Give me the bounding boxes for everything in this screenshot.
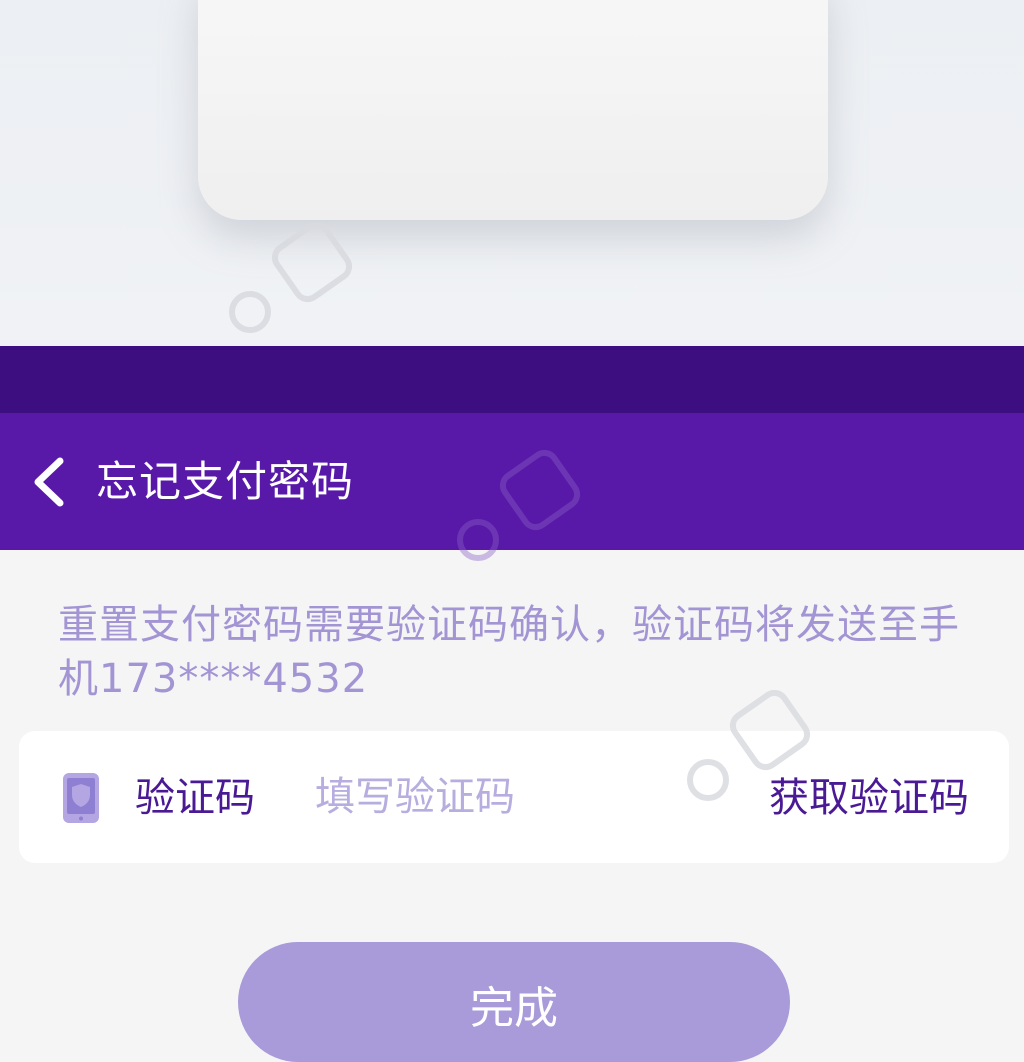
- page-title: 忘记支付密码: [96, 457, 355, 506]
- verification-hint: 重置支付密码需要验证码确认，验证码将发送至手机173****4532: [58, 602, 960, 702]
- verification-code-row: 验证码 获取验证码: [19, 731, 1009, 863]
- chevron-left-icon[interactable]: [30, 457, 70, 507]
- watermark-logo: [222, 221, 362, 346]
- preview-area: [0, 0, 1024, 346]
- done-button[interactable]: 完成: [238, 942, 790, 1062]
- watermark-logo: [450, 449, 590, 574]
- blank-card: [198, 0, 828, 220]
- status-bar: [0, 346, 1024, 413]
- watermark-logo: [680, 689, 820, 814]
- phone-shield-icon: [63, 773, 99, 823]
- verification-code-input[interactable]: [315, 767, 695, 827]
- verification-code-label: 验证码: [135, 775, 255, 821]
